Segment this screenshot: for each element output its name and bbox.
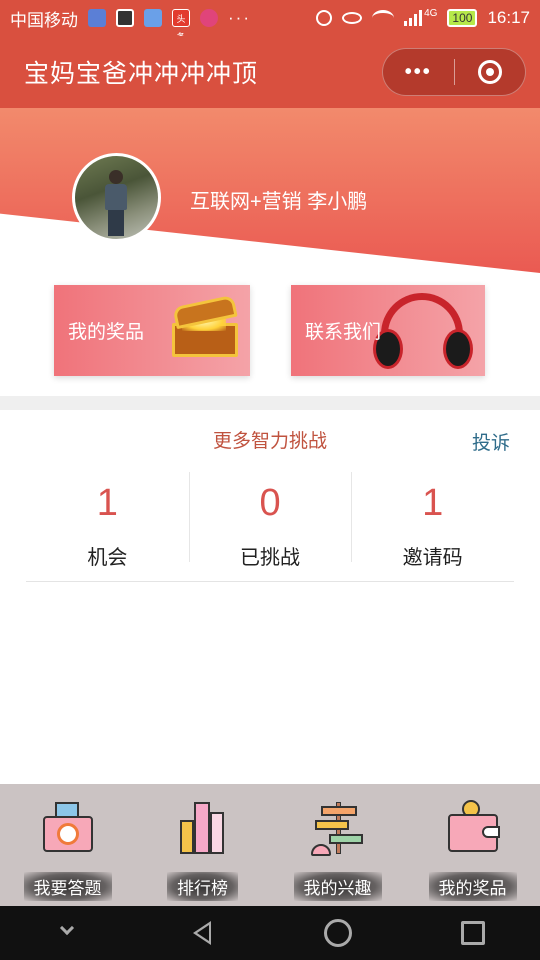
wallet-icon (442, 796, 504, 858)
tab-label: 我的奖品 (428, 872, 517, 901)
recent-square-icon (460, 921, 485, 945)
tab-leaderboard[interactable]: 排行榜 (135, 784, 270, 906)
treasure-chest-icon (168, 294, 242, 359)
close-miniprogram-button[interactable] (455, 60, 526, 84)
more-menu-button[interactable]: ••• (383, 61, 454, 84)
status-bar: 中国移动 头条 ··· 4G 100 16:17 (0, 0, 540, 42)
section-divider (0, 396, 540, 410)
home-circle-icon (323, 919, 352, 947)
carrier-name: 中国移动 (10, 10, 78, 30)
news-app-icon: 头条 (172, 9, 190, 42)
my-prizes-card[interactable]: 我的奖品 (54, 285, 250, 376)
recent-apps-button[interactable] (453, 913, 493, 953)
avatar-photo (105, 170, 127, 236)
stat-label: 已挑战 (240, 547, 300, 569)
qr-code-icon (116, 9, 134, 27)
battery-indicator: 100 (447, 9, 478, 27)
stat-label: 机会 (87, 547, 128, 569)
tab-my-prizes[interactable]: 我的奖品 (405, 784, 540, 906)
stat-value: 1 (422, 482, 444, 524)
tab-label: 我要答题 (23, 872, 112, 901)
headphones-icon (367, 291, 477, 371)
camera-icon (37, 796, 99, 858)
stat-challenged: 0 已挑战 (188, 470, 352, 581)
clock-time: 16:17 (487, 8, 530, 27)
eye-icon (342, 12, 363, 24)
tab-label: 我的兴趣 (293, 872, 382, 901)
bottom-tab-bar: 我要答题 排行榜 我的兴趣 我的奖品 (0, 784, 540, 906)
page-title: 宝妈宝爸冲冲冲冲顶 (24, 60, 259, 88)
stat-invite-code[interactable]: 1 邀请码 (351, 470, 514, 581)
avatar[interactable] (72, 153, 161, 242)
more-notifications-icon: ··· (228, 8, 251, 27)
signpost-icon (307, 796, 369, 858)
stats-row: 1 机会 0 已挑战 1 邀请码 (26, 470, 514, 582)
system-navigation-bar (0, 906, 540, 960)
my-prizes-label: 我的奖品 (68, 322, 145, 343)
wifi-icon (372, 10, 395, 26)
stat-value: 1 (96, 482, 118, 524)
username: 互联网+营销 李小鹏 (190, 191, 368, 213)
image-icon (144, 9, 162, 27)
back-triangle-icon (192, 921, 211, 945)
shield-icon (88, 9, 106, 27)
tab-answer-questions[interactable]: 我要答题 (0, 784, 135, 906)
home-button[interactable] (318, 913, 358, 953)
stat-chances: 1 机会 (26, 470, 189, 581)
ranking-chart-icon (172, 796, 234, 858)
network-type: 4G (424, 7, 438, 19)
miniprogram-capsule: ••• (382, 48, 526, 96)
navigation-bar: 宝妈宝爸冲冲冲冲顶 ••• (0, 36, 540, 108)
signal-strength-icon (404, 10, 423, 26)
hide-keyboard-button[interactable] (48, 913, 88, 953)
back-button[interactable] (183, 913, 223, 953)
stat-label: 邀请码 (402, 547, 463, 569)
contact-us-label: 联系我们 (305, 322, 382, 343)
stat-value: 0 (259, 482, 281, 524)
tab-my-interests[interactable]: 我的兴趣 (270, 784, 405, 906)
recording-icon (200, 9, 218, 27)
more-challenges-link[interactable]: 更多智力挑战 (0, 426, 540, 453)
complaint-link[interactable]: 投诉 (472, 428, 510, 455)
target-icon (477, 60, 502, 84)
contact-us-card[interactable]: 联系我们 (291, 285, 485, 376)
alarm-icon (316, 10, 333, 26)
tab-label: 排行榜 (167, 872, 238, 901)
chevron-down-icon (59, 920, 74, 936)
